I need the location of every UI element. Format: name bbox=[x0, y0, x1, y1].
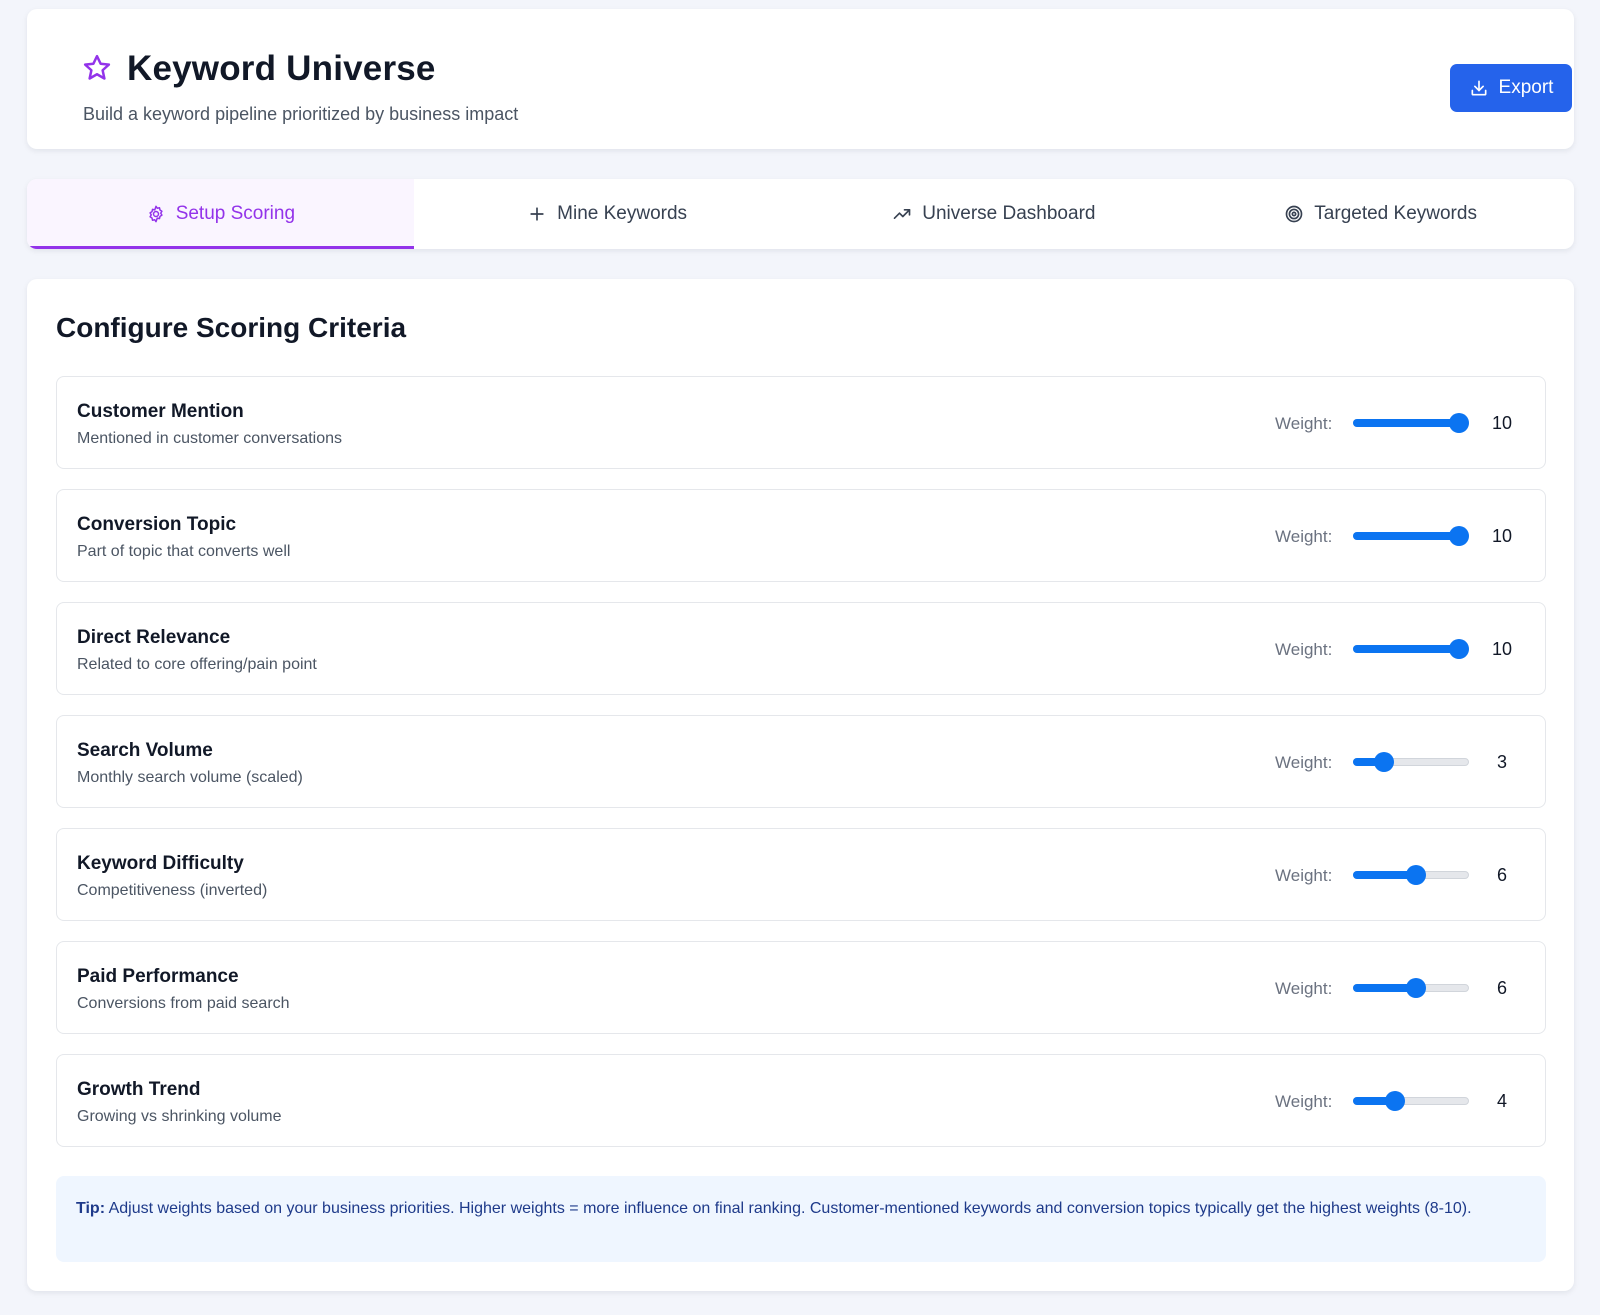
weight-label: Weight: bbox=[1275, 866, 1333, 885]
criterion-name: Conversion Topic bbox=[77, 514, 237, 535]
weight-value: 10 bbox=[1491, 526, 1513, 546]
weight-label: Weight: bbox=[1275, 753, 1333, 772]
criterion-description: Conversions from paid search bbox=[77, 995, 290, 1012]
tab-label: Targeted Keywords bbox=[1314, 203, 1477, 224]
slider-thumb[interactable] bbox=[1406, 978, 1427, 998]
header-card: Keyword Universe Build a keyword pipelin… bbox=[27, 9, 1574, 149]
criterion-row: Search Volume Monthly search volume (sca… bbox=[56, 715, 1546, 808]
weight-value: 6 bbox=[1496, 865, 1507, 885]
weight-slider[interactable] bbox=[1353, 865, 1469, 885]
weight-value: 3 bbox=[1496, 752, 1507, 772]
criterion-row: Growth Trend Growing vs shrinking volume… bbox=[56, 1054, 1546, 1147]
slider-thumb[interactable] bbox=[1449, 413, 1469, 433]
criterion-description: Part of topic that converts well bbox=[77, 543, 291, 560]
weight-value: 6 bbox=[1496, 978, 1507, 998]
tab-label: Mine Keywords bbox=[557, 203, 688, 224]
slider-fill bbox=[1353, 532, 1459, 540]
weight-value: 10 bbox=[1491, 639, 1513, 659]
tab-universe-dashboard[interactable]: Universe Dashboard bbox=[801, 179, 1188, 249]
page: Keyword Universe Build a keyword pipelin… bbox=[0, 0, 1600, 1315]
weight-slider[interactable] bbox=[1353, 752, 1469, 772]
tab-bar: Setup Scoring Mine Keywords Universe Das… bbox=[27, 179, 1574, 249]
weight-label: Weight: bbox=[1275, 414, 1333, 433]
slider-fill bbox=[1353, 419, 1459, 427]
weight-label: Weight: bbox=[1275, 979, 1333, 998]
criterion-description: Growing vs shrinking volume bbox=[77, 1108, 282, 1125]
criterion-row: Customer Mention Mentioned in customer c… bbox=[56, 376, 1546, 469]
weight-label: Weight: bbox=[1275, 527, 1333, 546]
slider-thumb[interactable] bbox=[1449, 639, 1469, 659]
target-icon bbox=[1285, 205, 1303, 223]
criterion-name: Keyword Difficulty bbox=[77, 853, 244, 874]
criterion-row: Keyword Difficulty Competitiveness (inve… bbox=[56, 828, 1546, 921]
criterion-description: Monthly search volume (scaled) bbox=[77, 769, 303, 786]
criterion-name: Growth Trend bbox=[77, 1079, 201, 1100]
weight-slider[interactable] bbox=[1353, 1091, 1469, 1111]
tab-mine-keywords[interactable]: Mine Keywords bbox=[414, 179, 801, 249]
page-subtitle: Build a keyword pipeline prioritized by … bbox=[83, 104, 519, 124]
criterion-name: Search Volume bbox=[77, 740, 213, 761]
section-heading: Configure Scoring Criteria bbox=[56, 312, 407, 343]
weight-value: 10 bbox=[1491, 413, 1513, 433]
slider-thumb[interactable] bbox=[1449, 526, 1469, 546]
weight-value: 4 bbox=[1496, 1091, 1507, 1111]
criterion-name: Paid Performance bbox=[77, 966, 239, 987]
slider-thumb[interactable] bbox=[1385, 1091, 1405, 1111]
tab-label: Setup Scoring bbox=[175, 203, 296, 224]
weight-slider[interactable] bbox=[1353, 639, 1469, 659]
scoring-panel: Configure Scoring Criteria Customer Ment… bbox=[27, 279, 1574, 1291]
slider-fill bbox=[1353, 645, 1459, 653]
trending-up-icon bbox=[893, 209, 911, 219]
tip-box: Tip: Adjust weights based on your busine… bbox=[56, 1176, 1546, 1262]
tab-targeted-keywords[interactable]: Targeted Keywords bbox=[1187, 179, 1574, 249]
tab-setup-scoring[interactable]: Setup Scoring bbox=[27, 179, 414, 249]
criterion-name: Customer Mention bbox=[77, 401, 244, 422]
weight-label: Weight: bbox=[1275, 640, 1333, 659]
slider-thumb[interactable] bbox=[1374, 752, 1395, 772]
tab-label: Universe Dashboard bbox=[922, 203, 1096, 224]
tip-text: Adjust weights based on your business pr… bbox=[108, 1200, 1472, 1217]
slider-thumb[interactable] bbox=[1406, 865, 1427, 885]
criterion-description: Related to core offering/pain point bbox=[77, 656, 317, 673]
weight-label: Weight: bbox=[1275, 1092, 1333, 1111]
criterion-description: Competitiveness (inverted) bbox=[77, 882, 268, 899]
weight-slider[interactable] bbox=[1353, 413, 1469, 433]
export-button-label: Export bbox=[1498, 77, 1554, 98]
criterion-row: Direct Relevance Related to core offerin… bbox=[56, 602, 1546, 695]
download-icon bbox=[1471, 80, 1487, 96]
criterion-row: Conversion Topic Part of topic that conv… bbox=[56, 489, 1546, 582]
star-icon bbox=[83, 54, 111, 80]
plus-icon bbox=[530, 207, 544, 221]
weight-slider[interactable] bbox=[1353, 526, 1469, 546]
weight-slider[interactable] bbox=[1353, 978, 1469, 998]
page-title: Keyword Universe bbox=[127, 49, 436, 88]
criteria-list: Customer Mention Mentioned in customer c… bbox=[56, 376, 1546, 1167]
criterion-row: Paid Performance Conversions from paid s… bbox=[56, 941, 1546, 1034]
gear-icon bbox=[149, 205, 163, 223]
criterion-description: Mentioned in customer conversations bbox=[77, 430, 343, 447]
criterion-name: Direct Relevance bbox=[77, 627, 231, 648]
tip-label: Tip: bbox=[76, 1200, 106, 1217]
export-button[interactable]: Export bbox=[1450, 64, 1572, 112]
